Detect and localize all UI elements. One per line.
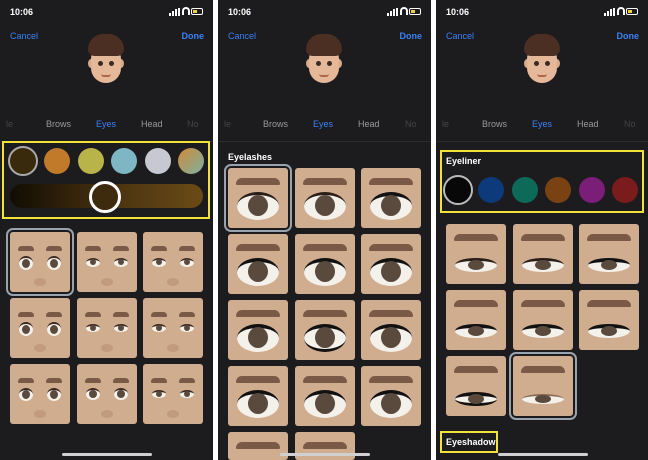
tab-head[interactable]: Head (577, 119, 599, 129)
swatch-grey[interactable] (145, 148, 171, 174)
swatch-blue[interactable] (111, 148, 137, 174)
section-title-eyeliner: Eyeliner (446, 156, 482, 166)
eyeliner-option[interactable] (446, 224, 506, 284)
battery-icon (626, 8, 638, 15)
eyeliner-option[interactable] (446, 356, 506, 416)
eyelash-option[interactable] (228, 300, 288, 360)
cancel-button[interactable]: Cancel (10, 31, 38, 41)
done-button[interactable]: Done (400, 31, 423, 41)
category-tabs: le Brows Eyes Head No (0, 119, 213, 133)
wifi-icon (400, 7, 408, 15)
cancel-button[interactable]: Cancel (446, 31, 474, 41)
status-bar: 10:06 (446, 6, 638, 20)
eyelash-option[interactable] (361, 366, 421, 426)
tab-eyes[interactable]: Eyes (96, 119, 116, 129)
memoji-avatar (520, 34, 564, 94)
home-indicator[interactable] (62, 453, 152, 456)
tab-brows[interactable]: Brows (46, 119, 71, 129)
memoji-avatar (84, 34, 128, 94)
swatch-dark-brown[interactable] (8, 146, 38, 176)
status-bar: 10:06 (228, 6, 421, 20)
eyelash-option[interactable] (228, 366, 288, 426)
swatch-teal[interactable] (512, 177, 538, 203)
signal-icon (604, 8, 616, 16)
eyelash-option[interactable] (295, 234, 355, 294)
panel-eyelashes: 10:06 Cancel Done le Brows Eyes Head No … (218, 0, 431, 460)
wifi-icon (617, 7, 625, 15)
status-bar: 10:06 (10, 6, 203, 20)
eyelash-option[interactable] (361, 234, 421, 294)
category-tabs: le Brows Eyes Head No (436, 119, 648, 133)
eye-shape-option[interactable] (143, 232, 203, 292)
tab-partial-right[interactable]: No (187, 119, 199, 129)
eyelash-option[interactable] (295, 168, 355, 228)
section-title-eyeshadow: Eyeshadow (446, 437, 496, 447)
eyeliner-option[interactable] (579, 224, 639, 284)
divider (218, 141, 431, 142)
battery-icon (191, 8, 203, 15)
cancel-button[interactable]: Cancel (228, 31, 256, 41)
tab-partial-left[interactable]: le (442, 119, 449, 129)
eye-shape-option[interactable] (77, 232, 137, 292)
panel-eyes-color: 10:06 Cancel Done le Brows Eyes Head No (0, 0, 213, 460)
eyeliner-option[interactable] (513, 224, 573, 284)
eyelash-option[interactable] (361, 168, 421, 228)
eye-shape-option[interactable] (10, 298, 70, 358)
divider (436, 141, 648, 142)
eyelash-option[interactable] (228, 234, 288, 294)
tab-brows[interactable]: Brows (263, 119, 288, 129)
tab-partial-left[interactable]: le (6, 119, 13, 129)
eye-shape-option[interactable] (143, 364, 203, 424)
swatch-navy[interactable] (478, 177, 504, 203)
panel-eyeliner: 10:06 Cancel Done le Brows Eyes Head No … (436, 0, 648, 460)
section-title-eyelashes: Eyelashes (228, 152, 273, 162)
done-button[interactable]: Done (182, 31, 205, 41)
signal-icon (387, 8, 399, 16)
category-tabs: le Brows Eyes Head No (218, 119, 431, 133)
eyeliner-option[interactable] (579, 290, 639, 350)
eyeliner-option-none[interactable] (509, 352, 577, 420)
eye-shape-option[interactable] (143, 298, 203, 358)
eye-shape-option[interactable] (10, 364, 70, 424)
tab-head[interactable]: Head (141, 119, 163, 129)
home-indicator[interactable] (280, 453, 370, 456)
swatch-multicolor[interactable] (178, 148, 204, 174)
tab-partial-left[interactable]: le (224, 119, 231, 129)
swatch-black[interactable] (443, 175, 473, 205)
status-time: 10:06 (228, 7, 252, 17)
swatch-olive[interactable] (78, 148, 104, 174)
tab-partial-right[interactable]: No (405, 119, 417, 129)
eyelash-option[interactable] (228, 432, 288, 460)
tab-brows[interactable]: Brows (482, 119, 507, 129)
eyeliner-option[interactable] (513, 290, 573, 350)
swatch-red[interactable] (612, 177, 638, 203)
signal-icon (169, 8, 181, 16)
tab-eyes[interactable]: Eyes (313, 119, 333, 129)
slider-knob[interactable] (89, 181, 121, 213)
tab-head[interactable]: Head (358, 119, 380, 129)
eyelash-option[interactable] (295, 366, 355, 426)
eyelash-option[interactable] (224, 164, 292, 232)
eye-shape-option[interactable] (6, 228, 74, 296)
wifi-icon (182, 7, 190, 15)
eyeliner-option[interactable] (446, 290, 506, 350)
swatch-brown[interactable] (545, 177, 571, 203)
tab-eyes[interactable]: Eyes (532, 119, 552, 129)
swatch-amber[interactable] (44, 148, 70, 174)
eyelash-option[interactable] (295, 300, 355, 360)
done-button[interactable]: Done (617, 31, 640, 41)
battery-icon (409, 8, 421, 15)
status-time: 10:06 (446, 7, 470, 17)
eyelash-option[interactable] (361, 300, 421, 360)
eye-shape-option[interactable] (77, 364, 137, 424)
eye-shape-option[interactable] (77, 298, 137, 358)
home-indicator[interactable] (498, 453, 588, 456)
status-time: 10:06 (10, 7, 34, 17)
memoji-avatar (302, 34, 346, 94)
swatch-purple[interactable] (579, 177, 605, 203)
tab-partial-right[interactable]: No (624, 119, 636, 129)
